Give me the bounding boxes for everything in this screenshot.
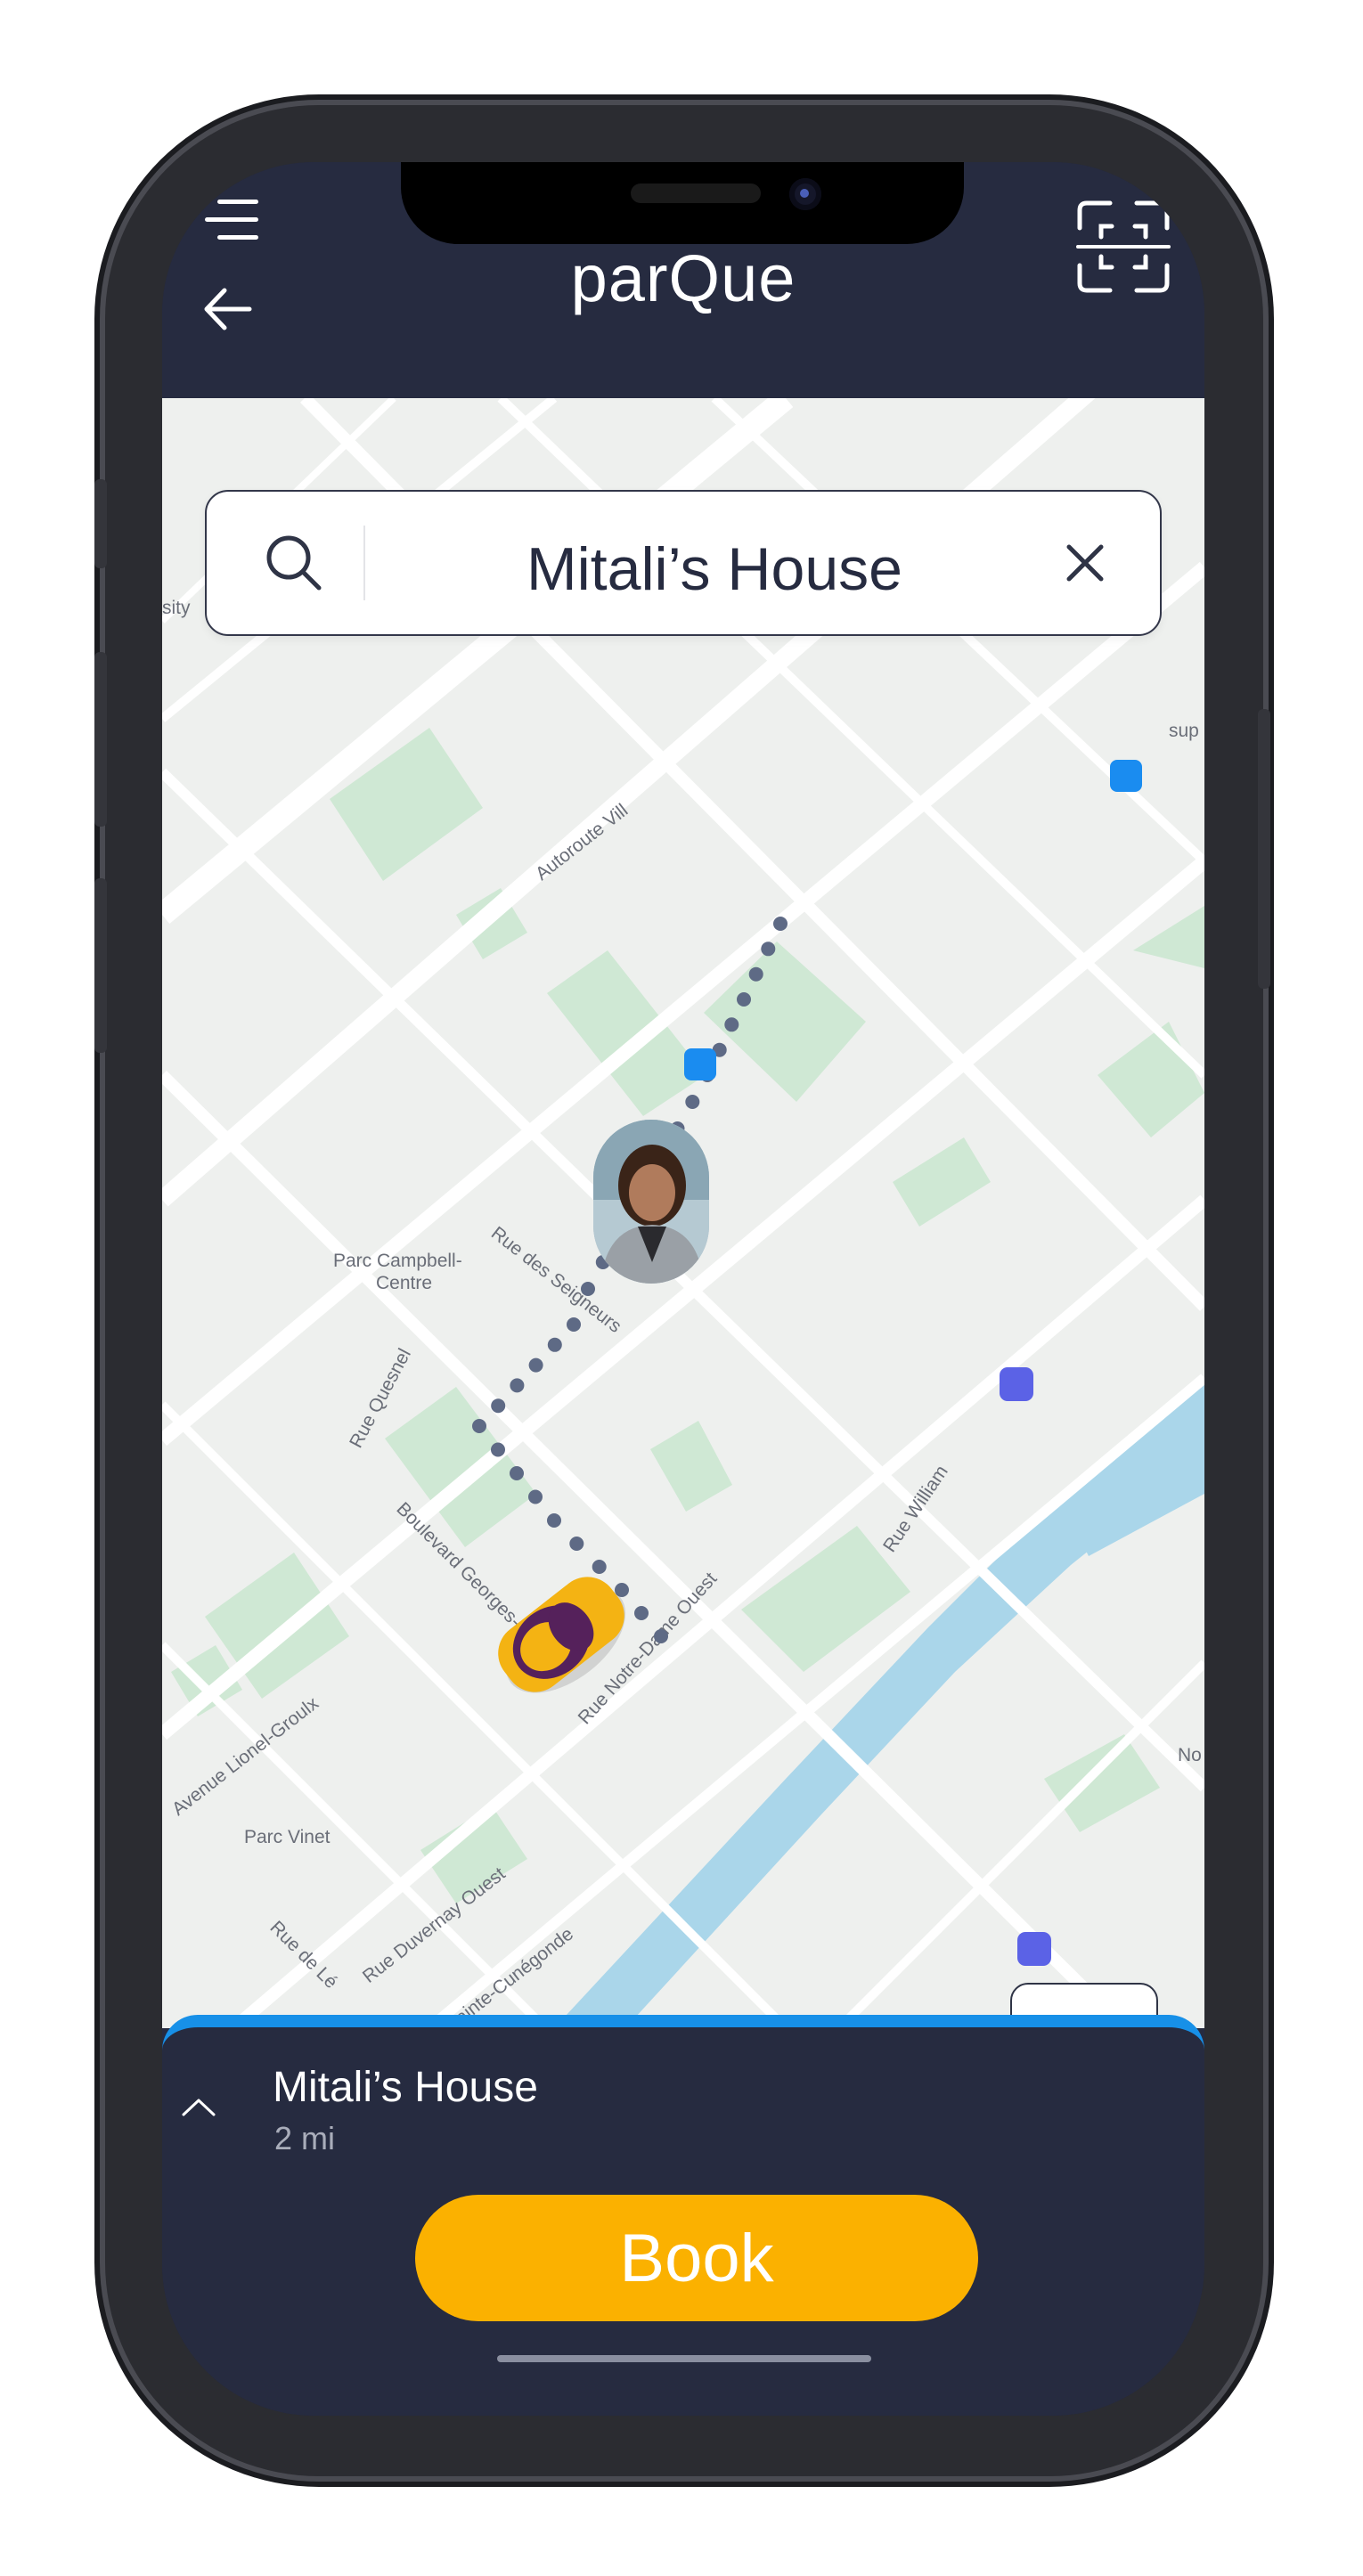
- route-dot: [592, 1560, 607, 1574]
- route-dot: [761, 942, 776, 957]
- route-dot: [748, 966, 763, 982]
- route-dot: [547, 1337, 562, 1352]
- route-dot: [528, 1489, 543, 1504]
- label-sup: sup: [1169, 721, 1199, 741]
- label-no: No: [1178, 1745, 1202, 1765]
- home-indicator[interactable]: [497, 2355, 871, 2362]
- route-dot: [737, 992, 751, 1007]
- route-dot: [510, 1378, 525, 1393]
- app-title: parQue: [570, 241, 796, 315]
- phone-silent-switch: [94, 479, 107, 568]
- route-dot: [491, 1398, 506, 1414]
- notch: [401, 162, 964, 244]
- route-dot: [773, 917, 788, 931]
- label-parc-campbell-2: Centre: [376, 1273, 432, 1293]
- route-dot: [491, 1442, 505, 1457]
- route-dot: [510, 1466, 524, 1480]
- search-input[interactable]: Mitali’s House: [367, 534, 1062, 604]
- label-sity: sity: [162, 598, 191, 618]
- book-button[interactable]: Book: [415, 2195, 978, 2321]
- route-dot: [567, 1317, 581, 1332]
- parking-marker-blue[interactable]: [1110, 760, 1142, 792]
- parking-marker-purple[interactable]: [1000, 1367, 1033, 1401]
- search-bar[interactable]: Mitali’s House: [205, 490, 1162, 636]
- route-dot: [634, 1606, 649, 1620]
- camera: [789, 178, 821, 210]
- search-divider: [363, 526, 365, 600]
- app-screen: parQue Parc Campbell- Centre Rue des Sei…: [162, 162, 1204, 2416]
- speaker: [631, 183, 761, 203]
- avatar[interactable]: [593, 1120, 709, 1284]
- parking-marker-purple-2[interactable]: [1017, 1932, 1051, 1966]
- map-view[interactable]: Parc Campbell- Centre Rue des Seigneurs …: [162, 398, 1204, 2028]
- route-dot: [528, 1357, 543, 1373]
- search-icon[interactable]: [262, 531, 324, 593]
- scan-icon[interactable]: [1074, 198, 1172, 296]
- route-dot: [654, 1629, 668, 1643]
- chevron-up-icon[interactable]: [176, 2084, 221, 2129]
- phone-volume-down: [94, 878, 107, 1053]
- menu-icon[interactable]: [200, 196, 264, 246]
- phone-power-button: [1258, 709, 1270, 989]
- route-dot: [581, 1282, 595, 1296]
- label-parc-vinet: Parc Vinet: [244, 1827, 331, 1847]
- route-dot: [547, 1513, 561, 1528]
- route-dot: [724, 1017, 739, 1032]
- destination-sheet[interactable]: Mitali’s House 2 mi Book: [162, 2015, 1204, 2416]
- route-dot: [685, 1095, 700, 1109]
- route-dot: [569, 1537, 584, 1551]
- phone-volume-up: [94, 652, 107, 827]
- clear-icon[interactable]: [1060, 538, 1110, 588]
- label-parc-campbell: Parc Campbell-: [333, 1251, 462, 1271]
- destination-name: Mitali’s House: [273, 2064, 538, 2111]
- destination-marker[interactable]: [684, 1048, 716, 1080]
- destination-distance: 2 mi: [274, 2120, 336, 2156]
- route-dot: [472, 1419, 486, 1433]
